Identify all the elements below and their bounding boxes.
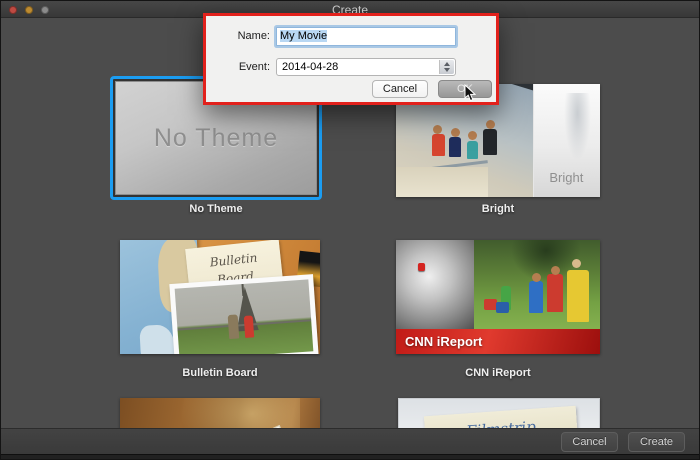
person-head [433,125,442,134]
person-black [483,129,497,155]
bright-panel-text: Bright [533,170,600,185]
theme-label-cnn-ireport: CNN iReport [396,367,600,379]
window-bottom-strip [1,454,699,460]
person-navy [449,137,461,157]
name-input-selected-text: My Movie [280,30,327,42]
imovie-create-window: Create No Theme No Theme [0,0,700,460]
theme-tile-bulletin-board[interactable]: Bulletin Board [120,240,320,354]
boat-deck [396,167,488,197]
event-label: Event: [210,61,270,73]
stepper-icon[interactable] [439,60,454,74]
person-teal [467,141,478,159]
person-head [532,273,541,282]
person-red [432,134,445,156]
person-head [551,266,560,275]
create-dialog: Name: My Movie Event: 2014-04-28 Cancel … [203,13,499,105]
filmstrip-label-band: Filmstrip [424,406,578,428]
theme-tile-filmstrip[interactable]: Filmstrip [398,398,600,428]
name-label: Name: [210,30,270,42]
footer-cancel-button[interactable]: Cancel [561,432,618,452]
eiffel-photo [169,274,318,354]
event-combobox[interactable]: 2014-04-28 [276,58,456,76]
mouse-cursor-icon [464,84,476,102]
theme-tile-cnn-ireport[interactable]: CNN iReport [396,240,600,354]
chevron-down-icon [444,68,450,72]
theme-label-no-theme: No Theme [110,203,322,215]
theme-label-bright: Bright [396,203,600,215]
person-yellow [567,270,589,322]
map-marker [418,263,425,271]
light-glow [180,398,300,428]
person-head [486,120,495,129]
theme-label-bulletin-board: Bulletin Board [120,367,320,379]
no-theme-watermark: No Theme [154,124,278,153]
person-red [244,315,255,338]
blue-bucket [496,302,509,313]
eiffel-scene [175,279,314,354]
bright-figure [564,93,591,161]
chevron-up-icon [444,62,450,66]
theme-tile-comic[interactable]: COMIC [120,398,320,428]
cnn-banner-text: CNN iReport [396,334,482,349]
person-head [451,128,460,137]
person-red [547,274,563,312]
person-tan [228,314,240,339]
person-blue [529,281,543,313]
dialog-cancel-button[interactable]: Cancel [372,80,428,98]
map-land [140,325,176,354]
filmstrip-text: Filmstrip [466,418,537,428]
cnn-banner: CNN iReport [396,329,600,354]
footer-bar: Cancel Create [1,428,699,454]
footer-create-button[interactable]: Create [628,432,685,452]
red-bucket [484,299,497,310]
name-input[interactable]: My Movie [276,27,456,46]
event-value: 2014-04-28 [282,61,338,73]
person-head [468,131,477,140]
